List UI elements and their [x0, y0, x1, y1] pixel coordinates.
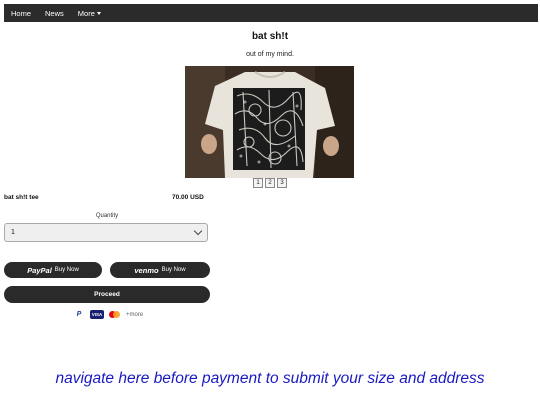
more-payment-methods: +more [126, 311, 144, 318]
pager-button-2[interactable]: 2 [265, 178, 275, 188]
nav-home[interactable]: Home [11, 9, 31, 18]
quantity-label: Quantity [95, 213, 119, 219]
venmo-buy-now-button[interactable]: venmo Buy Now [110, 262, 210, 278]
top-navbar: Home News More [4, 4, 538, 22]
venmo-logo: venmo [134, 265, 159, 275]
product-image [185, 66, 354, 178]
quantity-value: 1 [11, 229, 15, 236]
caret-down-icon [96, 11, 101, 15]
tshirt-photo [185, 66, 354, 178]
image-pager: 1 2 3 [253, 178, 287, 188]
submit-size-address-link[interactable]: navigate here before payment to submit y… [0, 370, 540, 388]
nav-more-label: More [77, 8, 95, 18]
payment-methods: P VISA +more [73, 310, 143, 319]
venmo-buy-now-label: Buy Now [161, 267, 186, 273]
nav-news[interactable]: News [45, 9, 64, 18]
proceed-button[interactable]: Proceed [4, 286, 210, 303]
visa-icon: VISA [90, 310, 104, 319]
chevron-down-icon [193, 226, 203, 236]
page-subtitle: out of my mind. [246, 51, 294, 58]
paypal-buy-now-button[interactable]: PayPal Buy Now [4, 262, 102, 278]
paypal-buy-now-label: Buy Now [54, 267, 79, 273]
pager-button-1[interactable]: 1 [253, 178, 263, 188]
product-price: 70.00 USD [172, 194, 204, 201]
paypal-logo: PayPal [27, 265, 52, 275]
quantity-select[interactable]: 1 [4, 223, 208, 242]
nav-more[interactable]: More [78, 9, 101, 18]
pager-button-3[interactable]: 3 [277, 178, 287, 188]
mastercard-icon [109, 310, 121, 319]
page-title: bat sh!t [251, 31, 289, 42]
paypal-icon: P [76, 311, 82, 318]
product-name: bat sh!t tee [4, 194, 39, 201]
